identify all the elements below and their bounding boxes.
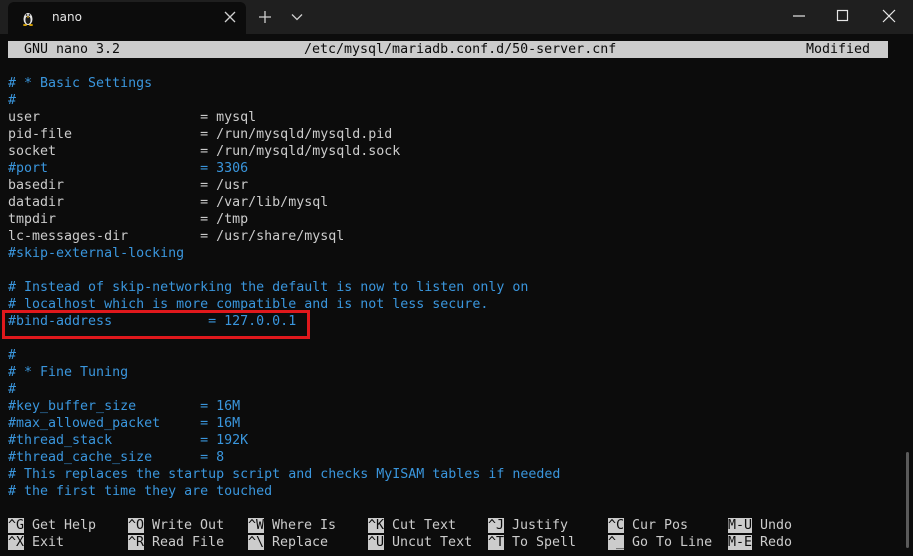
terminal-area[interactable]: GNU nano 3.2 /etc/mysql/mariadb.conf.d/5… [0,34,913,556]
shortcut-key: ^W [248,518,265,533]
nano-header-bar: GNU nano 3.2 /etc/mysql/mariadb.conf.d/5… [8,41,888,58]
shortcut-item[interactable]: ^X Exit [8,534,64,551]
close-icon[interactable] [224,11,236,23]
shortcut-key: ^G [8,518,25,533]
shortcut-item[interactable]: ^T To Spell [488,534,576,551]
editor-line: # * Basic Settings [8,76,153,91]
shortcut-label: Redo [752,535,793,550]
nano-version: GNU nano 3.2 [24,42,121,57]
shortcut-key: M-E [728,535,753,550]
window-titlebar: nano [0,0,913,34]
editor-line: #thread_stack = 192K [8,433,249,448]
shortcut-label: Justify [504,518,569,533]
shortcut-label: Undo [752,518,793,533]
editor-line: #key_buffer_size = 16M [8,399,241,414]
file-path: /etc/mysql/mariadb.conf.d/50-server.cnf [304,42,617,57]
shortcut-item[interactable]: ^C Cur Pos [608,517,688,534]
linux-penguin-icon [23,13,33,26]
shortcut-label: Exit [24,535,65,550]
editor-line: #skip-external-locking [8,246,185,261]
highlight-box-bind-address [2,310,310,339]
editor-line: # Instead of skip-networking the default… [8,280,529,295]
editor-line: # the first time they are touched [8,484,273,499]
editor-line: basedir = /usr [8,178,249,193]
editor-line: socket = /run/mysqld/mysqld.sock [8,144,401,159]
plus-icon[interactable] [258,10,272,24]
tab-nano[interactable]: nano [8,2,246,34]
shortcut-key: ^J [488,518,505,533]
scrollbar-thumb[interactable] [906,452,909,548]
editor-line: # This replaces the startup script and c… [8,467,561,482]
shortcut-label: Get Help [24,518,97,533]
editor-line: pid-file = /run/mysqld/mysqld.pid [8,127,393,142]
editor-line: tmpdir = /tmp [8,212,249,227]
shortcut-key: ^K [368,518,385,533]
shortcut-item[interactable]: ^G Get Help [8,517,96,534]
shortcut-item[interactable]: M-E Redo [728,534,792,551]
shortcut-label: Uncut Text [384,535,473,550]
shortcut-key: ^X [8,535,25,550]
shortcut-item[interactable]: ^U Uncut Text [368,534,472,551]
modified-status: Modified [806,42,871,57]
close-icon[interactable] [882,9,896,23]
shortcut-key: ^C [608,518,625,533]
shortcut-item[interactable]: ^O Write Out [128,517,224,534]
editor-line: #thread_cache_size = 8 [8,450,225,465]
shortcut-item[interactable]: M-U Undo [728,517,792,534]
shortcut-item[interactable]: ^J Justify [488,517,568,534]
editor-line: # [8,348,17,363]
shortcut-key: ^T [488,535,505,550]
chevron-down-icon[interactable] [290,10,304,24]
shortcut-item[interactable]: ^K Cut Text [368,517,456,534]
maximize-icon[interactable] [836,9,850,23]
shortcut-item[interactable]: ^W Where Is [248,517,336,534]
shortcut-key: ^\ [248,535,265,550]
shortcut-label: Write Out [144,518,225,533]
shortcut-item[interactable]: ^\ Replace [248,534,328,551]
shortcut-label: Read File [144,535,225,550]
shortcut-key: ^U [368,535,385,550]
shortcut-key: ^O [128,518,145,533]
shortcut-label: To Spell [504,535,577,550]
editor-line: user = mysql [8,110,257,125]
editor-line: datadir = /var/lib/mysql [8,195,329,210]
editor-line: lc-messages-dir = /usr/share/mysql [8,229,345,244]
shortcut-key: ^_ [608,535,625,550]
minimize-icon[interactable] [792,9,806,23]
editor-line: # [8,382,17,397]
shortcut-item[interactable]: ^R Read File [128,534,224,551]
shortcut-label: Where Is [264,518,337,533]
shortcut-key: ^R [128,535,145,550]
editor-line: #port = 3306 [8,161,249,176]
shortcut-item[interactable]: ^_ Go To Line [608,534,712,551]
editor-line: #max_allowed_packet = 16M [8,416,241,431]
editor-line: # * Fine Tuning [8,365,129,380]
editor-line: # [8,93,17,108]
tab-title: nano [52,10,82,24]
shortcut-label: Replace [264,535,329,550]
shortcut-label: Cur Pos [624,518,689,533]
shortcut-label: Cut Text [384,518,457,533]
shortcut-label: Go To Line [624,535,713,550]
shortcut-key: M-U [728,518,753,533]
